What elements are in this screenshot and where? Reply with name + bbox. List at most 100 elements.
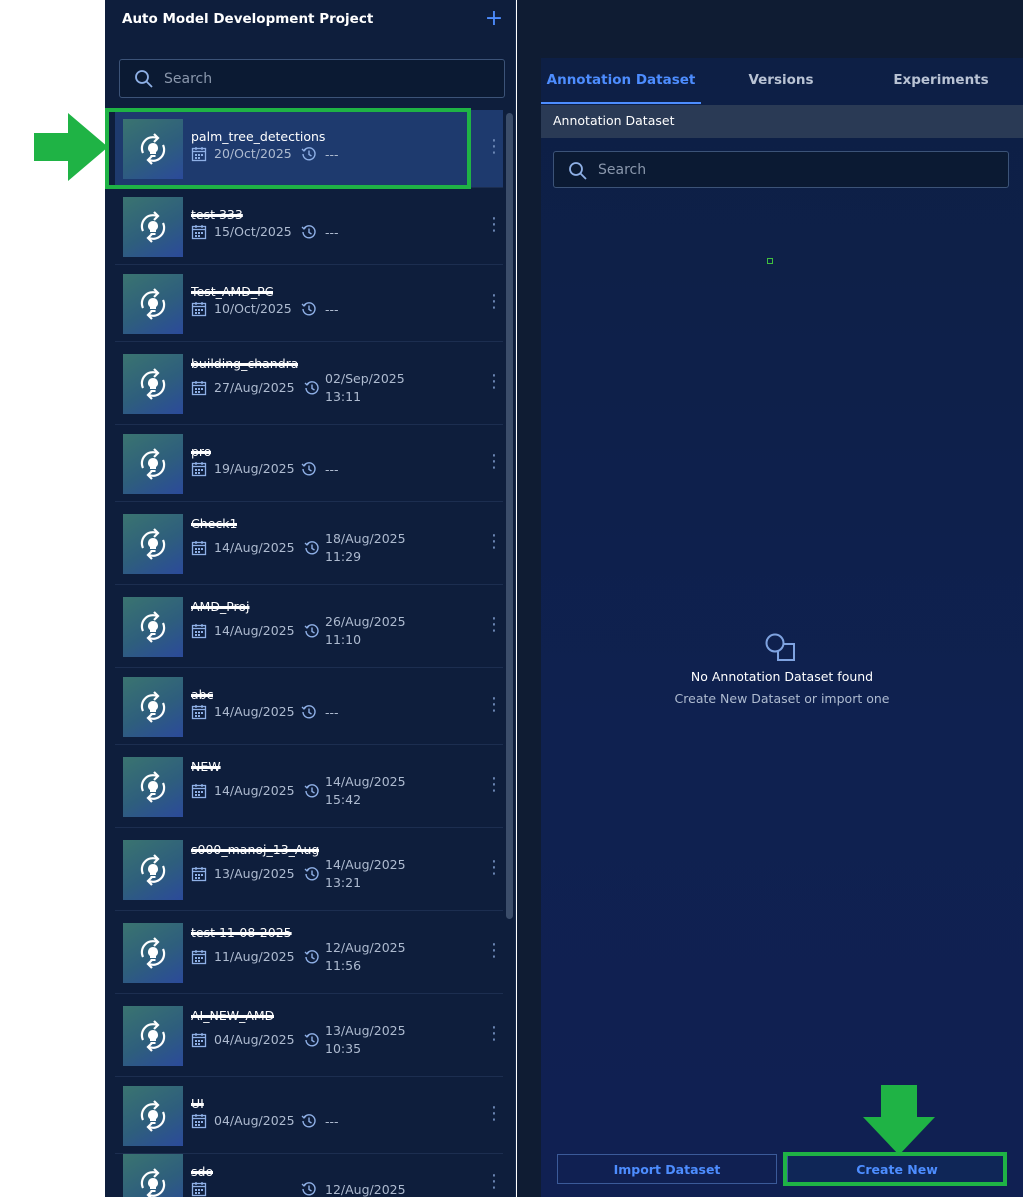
project-name: Test_AMD_PC: [191, 283, 274, 299]
project-item[interactable]: AMD_Proj 14/Aug/2025 26/Aug/2025 11:10 ⋮: [115, 585, 503, 668]
project-thumbnail: [123, 1085, 183, 1146]
tab-annotation-dataset[interactable]: Annotation Dataset: [541, 58, 701, 104]
created-date: 20/Oct/2025: [214, 146, 292, 161]
project-thumbnail: [123, 513, 183, 574]
project-thumbnail: [123, 1005, 183, 1066]
history-icon: [301, 1113, 317, 1129]
project-item[interactable]: test 333 15/Oct/2025 --- ⋮: [115, 188, 503, 265]
calendar-icon: [191, 623, 207, 639]
tab-versions[interactable]: Versions: [701, 58, 861, 104]
updated-date: ---: [325, 146, 339, 164]
history-icon: [304, 783, 320, 799]
created-date: 15/Oct/2025: [214, 223, 292, 239]
dataset-tabs: Annotation Dataset Versions Experiments: [541, 58, 1023, 104]
history-icon: [304, 866, 320, 882]
updated-time: 13:21: [325, 874, 362, 890]
updated-date: ---: [325, 704, 339, 722]
project-name: AMD_Proj: [191, 598, 250, 614]
project-name: palm_tree_detections: [191, 129, 326, 144]
create-new-button[interactable]: Create New: [787, 1154, 1007, 1184]
updated-date-value: 12/Aug/2025: [325, 939, 406, 955]
project-list-panel: Auto Model Development Project + palm_tr…: [105, 0, 516, 1197]
calendar-icon: [191, 224, 207, 240]
updated-date-value: ---: [325, 147, 339, 162]
more-options-icon[interactable]: ⋮: [485, 371, 503, 392]
plus-icon[interactable]: +: [483, 7, 505, 31]
updated-date-value: 14/Aug/2025: [325, 856, 406, 872]
created-date: 04/Aug/2025: [214, 1031, 295, 1047]
more-options-icon[interactable]: ⋮: [485, 1103, 503, 1124]
project-item[interactable]: NEW 14/Aug/2025 14/Aug/2025 15:42 ⋮: [115, 745, 503, 828]
history-icon: [301, 704, 317, 720]
created-date: 14/Aug/2025: [214, 782, 295, 798]
tab-experiments[interactable]: Experiments: [861, 58, 1021, 104]
project-item[interactable]: UI 04/Aug/2025 --- ⋮: [115, 1077, 503, 1154]
cycle-bulb-icon: [140, 133, 166, 165]
cycle-bulb-icon: [140, 936, 166, 969]
created-date: 14/Aug/2025: [214, 622, 295, 638]
created-date: 14/Aug/2025: [214, 539, 295, 555]
project-item[interactable]: test 11-08-2025 11/Aug/2025 12/Aug/2025 11:…: [115, 911, 503, 994]
project-item[interactable]: sdo 12/Aug/2025 ⋮: [115, 1154, 503, 1197]
cycle-bulb-icon: [140, 367, 166, 400]
project-name: AI_NEW_AMD: [191, 1007, 275, 1023]
updated-date: 13/Aug/2025 10:35: [325, 1022, 406, 1058]
cycle-bulb-icon: [140, 210, 166, 243]
more-options-icon[interactable]: ⋮: [485, 857, 503, 878]
project-item[interactable]: AI_NEW_AMD 04/Aug/2025 13/Aug/2025 10:35 ⋮: [115, 994, 503, 1077]
project-item[interactable]: Test_AMD_PC 10/Oct/2025 --- ⋮: [115, 265, 503, 342]
import-dataset-button[interactable]: Import Dataset: [557, 1154, 777, 1184]
more-options-icon[interactable]: ⋮: [485, 774, 503, 795]
more-options-icon[interactable]: ⋮: [485, 451, 503, 472]
history-icon: [304, 540, 320, 556]
project-thumbnail: [123, 756, 183, 817]
project-item[interactable]: palm_tree_detections 20/Oct/2025 --- ⋮: [115, 110, 503, 188]
calendar-icon: [191, 146, 207, 162]
arrow-right-annotation: [34, 113, 108, 181]
created-date: 13/Aug/2025: [214, 865, 295, 881]
updated-date-value: ---: [325, 461, 339, 477]
more-options-icon[interactable]: ⋮: [485, 137, 503, 157]
cycle-bulb-icon: [140, 447, 166, 480]
project-item[interactable]: Check1 14/Aug/2025 18/Aug/2025 11:29 ⋮: [115, 502, 503, 585]
updated-date-value: 13/Aug/2025: [325, 1022, 406, 1038]
project-thumbnail: [123, 196, 183, 257]
updated-date: 12/Aug/2025: [325, 1181, 406, 1197]
project-name: test 333: [191, 206, 243, 222]
empty-subtitle: Create New Dataset or import one: [674, 691, 890, 706]
updated-time: 15:42: [325, 791, 362, 807]
cycle-bulb-icon: [140, 527, 166, 560]
updated-date: ---: [325, 461, 339, 479]
more-options-icon[interactable]: ⋮: [485, 531, 503, 552]
calendar-icon: [191, 866, 207, 882]
arrow-down-annotation: [863, 1085, 935, 1155]
more-options-icon[interactable]: ⋮: [485, 1172, 503, 1192]
calendar-icon: [191, 301, 207, 317]
project-item[interactable]: building_chandra 27/Aug/2025 02/Sep/2025 13…: [115, 342, 503, 425]
cycle-bulb-icon: [140, 610, 166, 643]
updated-date-value: 02/Sep/2025: [325, 370, 405, 386]
updated-time: 11:10: [325, 631, 362, 647]
cycle-bulb-icon: [140, 770, 166, 803]
project-thumbnail: [123, 353, 183, 414]
created-date: 10/Oct/2025: [214, 300, 292, 316]
project-item[interactable]: pro 19/Aug/2025 --- ⋮: [115, 425, 503, 502]
list-scrollbar[interactable]: [506, 113, 513, 919]
project-item[interactable]: s000_manoj_13_Aug 13/Aug/2025 14/Aug/2025 1…: [115, 828, 503, 911]
history-icon: [304, 623, 320, 639]
more-options-icon[interactable]: ⋮: [485, 614, 503, 635]
more-options-icon[interactable]: ⋮: [485, 1023, 503, 1044]
cycle-bulb-icon: [140, 1099, 166, 1132]
more-options-icon[interactable]: ⋮: [485, 291, 503, 312]
more-options-icon[interactable]: ⋮: [485, 940, 503, 961]
more-options-icon[interactable]: ⋮: [485, 694, 503, 715]
calendar-icon: [191, 783, 207, 799]
project-search-input[interactable]: [164, 60, 494, 97]
updated-date-value: 18/Aug/2025: [325, 530, 406, 546]
cycle-bulb-icon: [140, 1019, 166, 1052]
project-thumbnail: [123, 433, 183, 494]
more-options-icon[interactable]: ⋮: [485, 214, 503, 235]
project-item[interactable]: abc 14/Aug/2025 --- ⋮: [115, 668, 503, 745]
search-icon: [569, 162, 587, 180]
dataset-search-input[interactable]: [598, 152, 998, 187]
